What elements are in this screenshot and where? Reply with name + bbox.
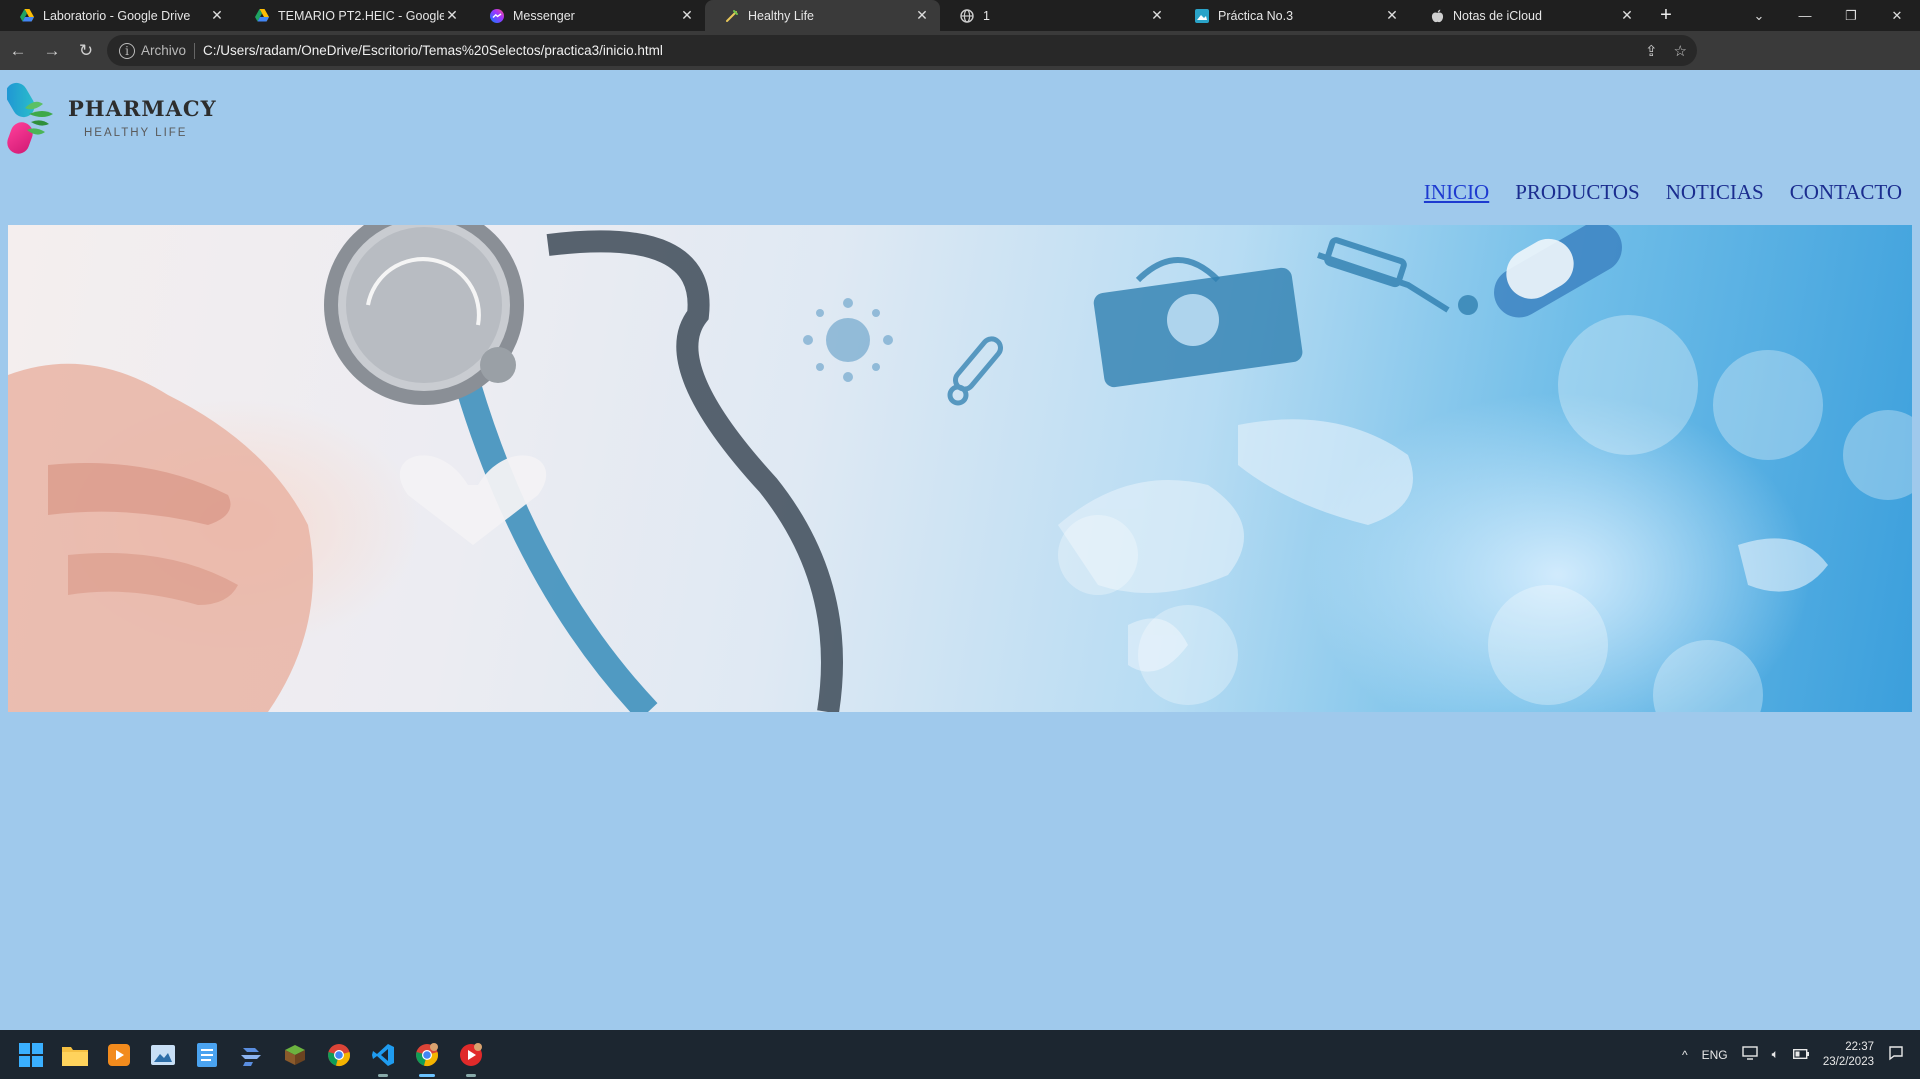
azure-data-studio-icon[interactable] (236, 1040, 266, 1070)
pharmacy-logo[interactable]: PHARMACY HEALTHY LIFE (5, 78, 227, 160)
reload-icon[interactable]: ↻ (70, 35, 102, 67)
restore-icon[interactable]: ❐ (1828, 0, 1874, 31)
address-divider (194, 42, 196, 59)
taskbar-apps (0, 1040, 486, 1077)
window-controls: ⌄ — ❐ ✕ (1736, 0, 1920, 31)
tab-laboratorio[interactable]: Laboratorio - Google Drive ✕ (0, 0, 235, 31)
close-window-icon[interactable]: ✕ (1874, 0, 1920, 31)
image-icon (1195, 8, 1209, 23)
tab-title: TEMARIO PT2.HEIC - Google Dri (278, 8, 444, 23)
chrome-profile-icon[interactable] (412, 1040, 442, 1077)
brand-name: PHARMACY (68, 96, 217, 121)
address-scheme-label: Archivo (141, 43, 187, 58)
minimize-icon[interactable]: — (1782, 0, 1828, 31)
clock[interactable]: 22:37 23/2/2023 (1823, 1040, 1874, 1070)
address-bar[interactable]: i Archivo C:/Users/radam/OneDrive/Escrit… (107, 35, 1697, 66)
web-page: PHARMACY HEALTHY LIFE INICIO PRODUCTOS N… (0, 70, 1920, 1030)
tab-title: Healthy Life (748, 8, 815, 23)
app-red-play-icon[interactable] (456, 1040, 486, 1077)
main-navigation: INICIO PRODUCTOS NOTICIAS CONTACTO (1424, 180, 1902, 205)
nav-link-noticias[interactable]: NOTICIAS (1666, 180, 1764, 205)
photos-icon[interactable] (148, 1040, 178, 1070)
new-tab-button[interactable]: + (1651, 0, 1681, 31)
tab-notas-icloud[interactable]: Notas de iCloud ✕ (1410, 0, 1645, 31)
pill-leaves-logo-icon (5, 82, 53, 154)
clock-date: 23/2/2023 (1822, 1055, 1874, 1068)
messenger-icon (490, 8, 504, 23)
battery-icon[interactable] (1792, 1048, 1809, 1062)
media-player-icon[interactable] (104, 1040, 134, 1070)
nav-link-contacto[interactable]: CONTACTO (1790, 180, 1902, 205)
close-icon[interactable]: ✕ (1149, 7, 1165, 24)
notifications-icon[interactable] (1888, 1045, 1904, 1064)
tab-title: 1 (983, 8, 990, 23)
system-tray: ^ ENG 🔈︎ 22:37 23/2/2023 (1682, 1030, 1920, 1079)
windows-taskbar: ^ ENG 🔈︎ 22:37 23/2/2023 (0, 1030, 1920, 1079)
nav-link-inicio[interactable]: INICIO (1424, 180, 1489, 205)
tab-title: Notas de iCloud (1453, 8, 1542, 23)
close-icon[interactable]: ✕ (1384, 7, 1400, 24)
close-icon[interactable]: ✕ (679, 7, 695, 24)
tab-title: Práctica No.3 (1218, 8, 1294, 23)
volume-icon[interactable]: 🔈︎ (1772, 1047, 1779, 1062)
share-icon[interactable]: ⇪ (1645, 42, 1658, 60)
google-drive-icon (20, 9, 34, 23)
chrome-icon[interactable] (324, 1040, 354, 1070)
vscode-icon[interactable] (368, 1040, 398, 1077)
tab-healthy-life[interactable]: Healthy Life ✕ (705, 0, 940, 31)
tab-practica-3[interactable]: Práctica No.3 ✕ (1175, 0, 1410, 31)
tab-title: Laboratorio - Google Drive (43, 8, 191, 23)
minecraft-icon[interactable] (280, 1040, 310, 1070)
nav-link-productos[interactable]: PRODUCTOS (1515, 180, 1639, 205)
close-icon[interactable]: ✕ (914, 7, 930, 24)
google-drive-icon (255, 9, 269, 23)
tab-messenger[interactable]: Messenger ✕ (470, 0, 705, 31)
close-icon[interactable]: ✕ (209, 7, 225, 24)
tab-search-icon[interactable]: ⌄ (1736, 0, 1782, 31)
clock-time: 22:37 (1845, 1040, 1874, 1053)
browser-tab-strip: Laboratorio - Google Drive ✕ TEMARIO PT2… (0, 0, 1920, 31)
address-actions: ⇪ ☆ (1645, 35, 1687, 66)
close-icon[interactable]: ✕ (444, 7, 460, 24)
brand-tagline: HEALTHY LIFE (84, 127, 188, 139)
tab-title: Messenger (513, 8, 575, 23)
info-icon[interactable]: i (119, 42, 135, 59)
forward-arrow-icon[interactable]: → (36, 35, 68, 67)
leaf-icon (725, 9, 739, 23)
address-url[interactable]: C:/Users/radam/OneDrive/Escritorio/Temas… (203, 43, 663, 58)
globe-icon (960, 8, 974, 23)
language-indicator[interactable]: ENG (1702, 1048, 1728, 1062)
apple-icon (1430, 9, 1444, 23)
tab-temario[interactable]: TEMARIO PT2.HEIC - Google Dri ✕ (235, 0, 470, 31)
browser-toolbar: ← → ↻ i Archivo C:/Users/radam/OneDrive/… (0, 31, 1920, 91)
back-arrow-icon[interactable]: ← (2, 35, 34, 67)
tab-1[interactable]: 1 ✕ (940, 0, 1175, 31)
network-icon[interactable] (1741, 1046, 1758, 1063)
close-icon[interactable]: ✕ (1619, 7, 1635, 24)
chevron-up-icon[interactable]: ^ (1682, 1048, 1688, 1062)
notepad-icon[interactable] (192, 1040, 222, 1070)
hero-banner-image (8, 225, 1912, 712)
bookmark-star-icon[interactable]: ☆ (1674, 42, 1687, 60)
file-explorer-icon[interactable] (60, 1040, 90, 1070)
windows-start-icon[interactable] (16, 1040, 46, 1070)
